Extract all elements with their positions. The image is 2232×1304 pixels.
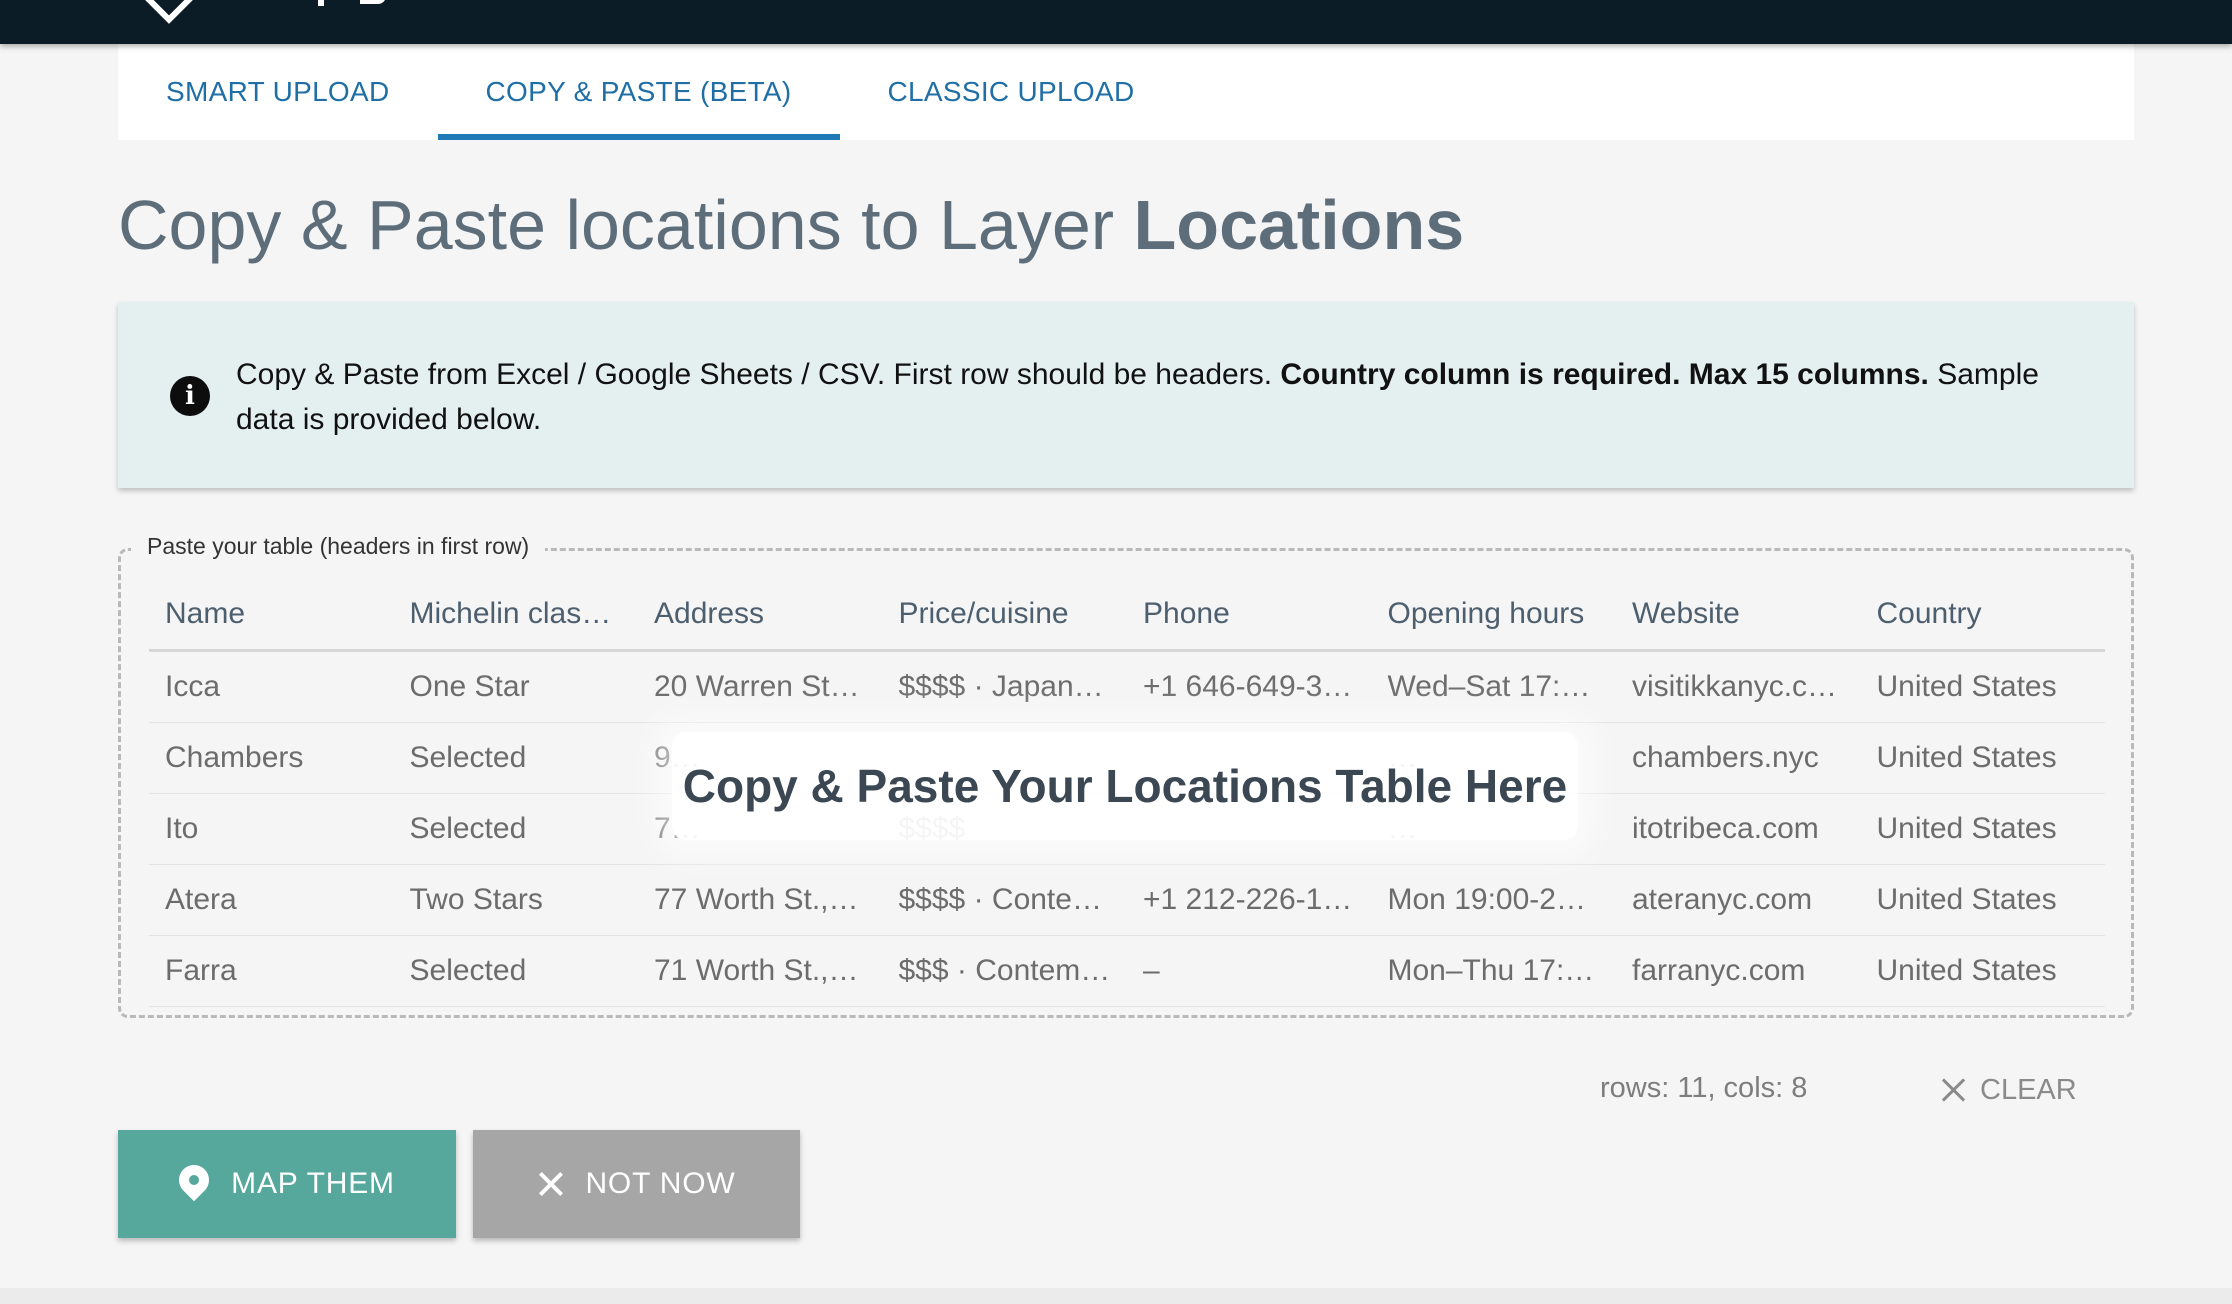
table-header-row: Name Michelin class… Address Price/cuisi… xyxy=(149,579,2105,652)
logo-glyph xyxy=(318,0,324,6)
table-cell: $$$ · Contem… xyxy=(882,935,1127,1007)
close-icon xyxy=(537,1171,563,1197)
column-header-phone: Phone xyxy=(1127,579,1372,652)
table-cell: United States xyxy=(1860,793,2105,865)
table-cell: itotribeca.com xyxy=(1616,793,1861,865)
logo-icon[interactable] xyxy=(142,0,196,24)
footer-strip xyxy=(0,1288,2232,1304)
tab-smart-upload[interactable]: SMART UPLOAD xyxy=(118,44,438,140)
table-cell: chambers.nyc xyxy=(1616,722,1861,794)
table-cell: Mon 19:00-22… xyxy=(1371,864,1616,936)
not-now-label: NOT NOW xyxy=(585,1167,736,1200)
clear-button[interactable]: CLEAR xyxy=(1940,1068,2077,1112)
info-icon: i xyxy=(170,376,210,416)
column-header-country: Country xyxy=(1860,579,2105,652)
paste-here-label: Copy & Paste Your Locations Table Here xyxy=(672,732,1578,840)
table-row: Icca One Star 20 Warren St.,… $$$$ · Jap… xyxy=(149,650,2105,723)
info-text-start: Copy & Paste from Excel / Google Sheets … xyxy=(236,358,1281,391)
close-icon xyxy=(1940,1077,1966,1103)
tab-copy-paste[interactable]: COPY & PASTE (BETA) xyxy=(437,44,840,140)
table-cell: One Star xyxy=(393,650,638,723)
page-title: Copy & Paste locations to Layer Location… xyxy=(118,180,1464,270)
table-cell: +1 646-649-3… xyxy=(1127,650,1372,723)
table-cell: Farra xyxy=(149,935,394,1007)
app-header xyxy=(0,0,2232,44)
map-them-button[interactable]: MAP THEM xyxy=(118,1130,456,1238)
table-cell: Ito xyxy=(149,793,394,865)
column-header-address: Address xyxy=(638,579,883,652)
table-cell: Selected xyxy=(393,793,638,865)
column-header-michelin-class: Michelin class… xyxy=(393,579,638,652)
table-cell: Chambers xyxy=(149,722,394,794)
table-cell: United States xyxy=(1860,935,2105,1007)
paste-area-legend: Paste your table (headers in first row) xyxy=(131,527,546,566)
table-row: Atera Two Stars 77 Worth St., … $$$$ · C… xyxy=(149,864,2105,936)
table-cell: United States xyxy=(1860,650,2105,723)
table-cell: visitikkanyc.c… xyxy=(1616,650,1861,723)
table-cell: United States xyxy=(1860,722,2105,794)
not-now-button[interactable]: NOT NOW xyxy=(473,1130,800,1238)
upload-tabs: SMART UPLOAD COPY & PASTE (BETA) CLASSIC… xyxy=(118,44,2134,140)
table-cell: – xyxy=(1127,935,1372,1007)
info-text-bold: Country column is required. Max 15 colum… xyxy=(1280,358,1929,391)
column-header-website: Website xyxy=(1616,579,1861,652)
column-header-name: Name xyxy=(149,579,394,652)
column-header-price-cuisine: Price/cuisine xyxy=(882,579,1127,652)
layer-name: Locations xyxy=(1133,186,1465,264)
info-notice: i Copy & Paste from Excel / Google Sheet… xyxy=(118,302,2134,488)
info-text: Copy & Paste from Excel / Google Sheets … xyxy=(236,352,2096,442)
table-cell: +1 212-226-1… xyxy=(1127,864,1372,936)
column-header-opening-hours: Opening hours xyxy=(1371,579,1616,652)
table-cell: Selected xyxy=(393,935,638,1007)
table-cell: 77 Worth St., … xyxy=(638,864,883,936)
table-cell: Two Stars xyxy=(393,864,638,936)
map-them-label: MAP THEM xyxy=(231,1167,395,1200)
table-cell: Atera xyxy=(149,864,394,936)
table-cell: 71 Worth St., … xyxy=(638,935,883,1007)
table-stats: rows: 11, cols: 8 xyxy=(1600,1072,1808,1104)
table-cell: $$$$ · Conte… xyxy=(882,864,1127,936)
table-cell: $$$$ · Japane… xyxy=(882,650,1127,723)
table-cell: ateranyc.com xyxy=(1616,864,1861,936)
logo-glyph xyxy=(360,0,386,4)
table-cell: Selected xyxy=(393,722,638,794)
page-title-prefix: Copy & Paste locations to Layer xyxy=(118,186,1134,264)
clear-label: CLEAR xyxy=(1980,1073,2077,1106)
table-cell: Icca xyxy=(149,650,394,723)
table-cell: United States xyxy=(1860,864,2105,936)
table-cell: 20 Warren St.,… xyxy=(638,650,883,723)
table-cell: Wed–Sat 17:3… xyxy=(1371,650,1616,723)
tab-classic-upload[interactable]: CLASSIC UPLOAD xyxy=(840,44,1183,140)
map-pin-icon xyxy=(172,1158,216,1203)
table-cell: Mon–Thu 17:… xyxy=(1371,935,1616,1007)
table-cell: farranyc.com xyxy=(1616,935,1861,1007)
table-row: Farra Selected 71 Worth St., … $$$ · Con… xyxy=(149,935,2105,1007)
